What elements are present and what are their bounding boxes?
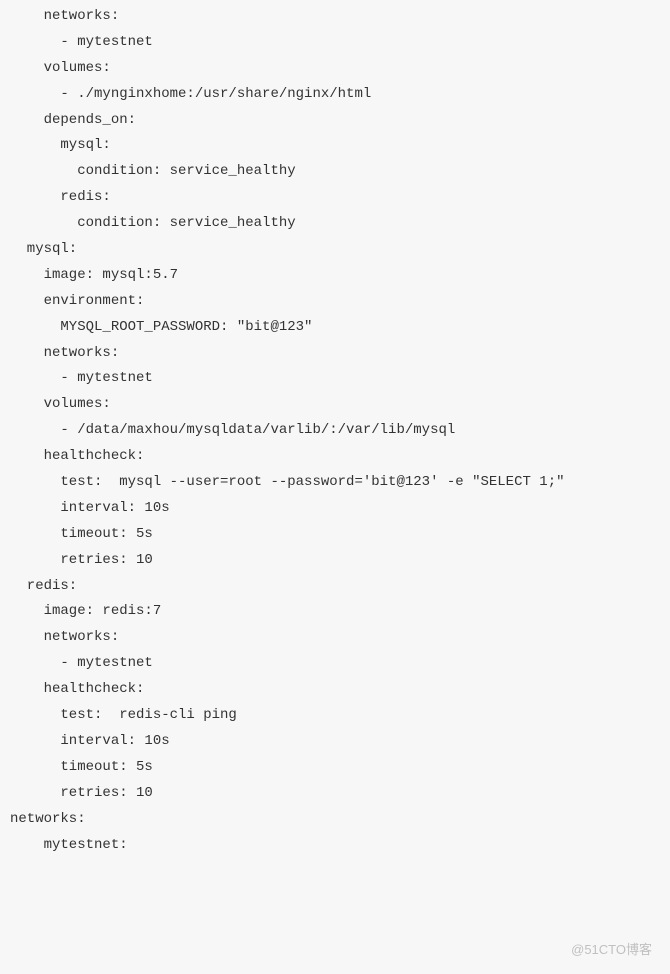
- watermark: @51CTO博客: [571, 938, 652, 962]
- code-block: networks: - mytestnet volumes: - ./myngi…: [10, 4, 666, 858]
